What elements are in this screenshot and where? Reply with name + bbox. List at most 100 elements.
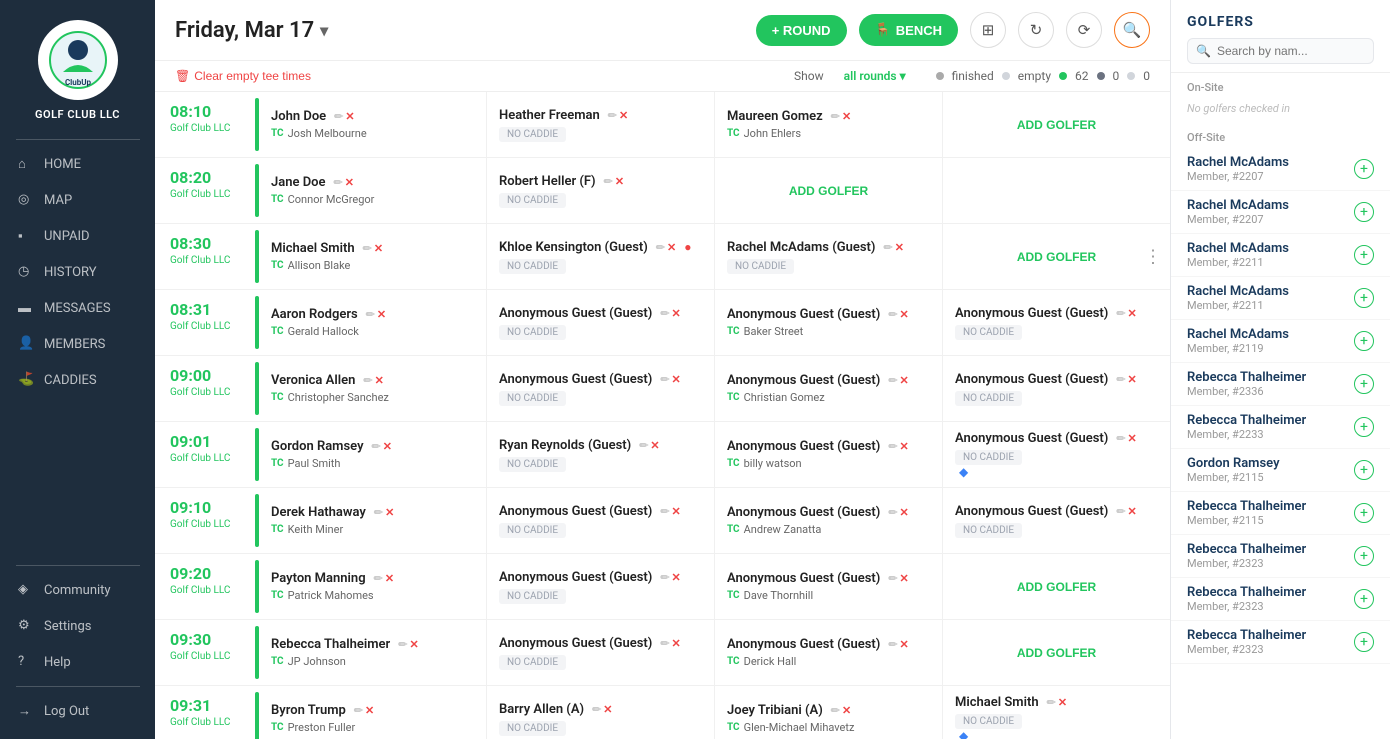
panel-golfer-item[interactable]: Rachel McAdams Member, #2211 + <box>1171 277 1390 320</box>
panel-search[interactable]: 🔍 <box>1187 38 1374 64</box>
delete-icon[interactable]: ✕ <box>900 374 909 387</box>
delete-icon[interactable]: ✕ <box>374 242 383 255</box>
sidebar-item-help[interactable]: ? Help <box>0 644 155 680</box>
delete-icon[interactable]: ✕ <box>895 241 904 254</box>
delete-icon[interactable]: ✕ <box>1128 307 1137 320</box>
delete-icon[interactable]: ✕ <box>900 638 909 651</box>
edit-icon[interactable]: ✏ <box>354 704 363 717</box>
clear-empty-button[interactable]: 🗑 Clear empty tee times <box>175 69 311 83</box>
date-chevron-icon[interactable]: ▾ <box>320 21 328 40</box>
panel-golfer-item[interactable]: Rachel McAdams Member, #2211 + <box>1171 234 1390 277</box>
sidebar-item-community[interactable]: ◈ Community <box>0 572 155 608</box>
edit-icon[interactable]: ✏ <box>592 703 601 716</box>
edit-icon[interactable]: ✏ <box>888 572 897 585</box>
panel-golfer-item[interactable]: Rachel McAdams Member, #2207 + <box>1171 148 1390 191</box>
delete-icon[interactable]: ✕ <box>1058 696 1067 709</box>
delete-icon[interactable]: ✕ <box>900 440 909 453</box>
delete-icon[interactable]: ✕ <box>365 704 374 717</box>
edit-icon[interactable]: ✏ <box>660 505 669 518</box>
search-button[interactable]: 🔍 <box>1114 12 1150 48</box>
delete-icon[interactable]: ✕ <box>900 572 909 585</box>
panel-golfer-item[interactable]: Rebecca Thalheimer Member, #2323 + <box>1171 578 1390 621</box>
edit-icon[interactable]: ✏ <box>366 308 375 321</box>
delete-icon[interactable]: ✕ <box>615 175 624 188</box>
bench-button[interactable]: 🪑 BENCH <box>859 14 958 46</box>
panel-add-golfer-button[interactable]: + <box>1354 374 1374 394</box>
sidebar-item-unpaid[interactable]: ▪ UNPAID <box>0 218 155 254</box>
add-golfer-button[interactable]: ADD GOLFER <box>955 250 1158 264</box>
edit-icon[interactable]: ✏ <box>660 571 669 584</box>
delete-icon[interactable]: ✕ <box>385 506 394 519</box>
delete-icon[interactable]: ✕ <box>672 571 681 584</box>
edit-icon[interactable]: ✏ <box>660 637 669 650</box>
panel-golfer-item[interactable]: Rebecca Thalheimer Member, #2115 + <box>1171 492 1390 535</box>
panel-add-golfer-button[interactable]: + <box>1354 331 1374 351</box>
delete-icon[interactable]: ✕ <box>1128 505 1137 518</box>
delete-icon[interactable]: ✕ <box>842 704 851 717</box>
panel-add-golfer-button[interactable]: + <box>1354 245 1374 265</box>
delete-icon[interactable]: ✕ <box>672 637 681 650</box>
edit-icon[interactable]: ✏ <box>1047 696 1056 709</box>
panel-golfer-item[interactable]: Rebecca Thalheimer Member, #2336 + <box>1171 363 1390 406</box>
panel-add-golfer-button[interactable]: + <box>1354 417 1374 437</box>
add-golfer-button[interactable]: ADD GOLFER <box>727 184 930 198</box>
panel-add-golfer-button[interactable]: + <box>1354 202 1374 222</box>
delete-icon[interactable]: ✕ <box>667 241 676 254</box>
add-golfer-button[interactable]: ADD GOLFER <box>955 580 1158 594</box>
sidebar-item-caddies[interactable]: ⛳ CADDIES <box>0 362 155 398</box>
edit-icon[interactable]: ✏ <box>1116 373 1125 386</box>
edit-icon[interactable]: ✏ <box>888 638 897 651</box>
delete-icon[interactable]: ✕ <box>672 373 681 386</box>
edit-icon[interactable]: ✏ <box>888 440 897 453</box>
panel-golfer-item[interactable]: Rebecca Thalheimer Member, #2323 + <box>1171 621 1390 664</box>
edit-icon[interactable]: ✏ <box>363 242 372 255</box>
add-round-button[interactable]: + ROUND <box>756 15 847 46</box>
panel-golfer-item[interactable]: Rebecca Thalheimer Member, #2233 + <box>1171 406 1390 449</box>
delete-icon[interactable]: ✕ <box>409 638 418 651</box>
sync-button[interactable]: ⟳ <box>1066 12 1102 48</box>
delete-icon[interactable]: ✕ <box>650 439 659 452</box>
sidebar-item-messages[interactable]: ▬ MESSAGES <box>0 290 155 326</box>
edit-icon[interactable]: ✏ <box>831 110 840 123</box>
search-input[interactable] <box>1217 44 1365 58</box>
three-dots-menu[interactable]: ⋮ <box>1144 246 1162 267</box>
delete-icon[interactable]: ✕ <box>345 110 354 123</box>
panel-add-golfer-button[interactable]: + <box>1354 460 1374 480</box>
panel-add-golfer-button[interactable]: + <box>1354 288 1374 308</box>
delete-icon[interactable]: ✕ <box>603 703 612 716</box>
delete-icon[interactable]: ✕ <box>345 176 354 189</box>
sidebar-item-members[interactable]: 👤 MEMBERS <box>0 326 155 362</box>
delete-icon[interactable]: ✕ <box>375 374 384 387</box>
delete-icon[interactable]: ✕ <box>900 308 909 321</box>
edit-icon[interactable]: ✏ <box>1116 432 1125 445</box>
edit-icon[interactable]: ✏ <box>374 572 383 585</box>
edit-icon[interactable]: ✏ <box>363 374 372 387</box>
edit-icon[interactable]: ✏ <box>372 440 381 453</box>
edit-icon[interactable]: ✏ <box>888 506 897 519</box>
edit-icon[interactable]: ✏ <box>334 110 343 123</box>
edit-icon[interactable]: ✏ <box>831 704 840 717</box>
panel-golfer-item[interactable]: Rebecca Thalheimer Member, #2323 + <box>1171 535 1390 578</box>
edit-icon[interactable]: ✏ <box>660 307 669 320</box>
edit-icon[interactable]: ✏ <box>1116 307 1125 320</box>
panel-golfer-item[interactable]: Rachel McAdams Member, #2119 + <box>1171 320 1390 363</box>
sidebar-item-map[interactable]: ◎ MAP <box>0 182 155 218</box>
show-rounds-dropdown[interactable]: all rounds ▾ <box>844 69 906 83</box>
edit-icon[interactable]: ✏ <box>608 109 617 122</box>
delete-icon[interactable]: ✕ <box>900 506 909 519</box>
panel-add-golfer-button[interactable]: + <box>1354 632 1374 652</box>
edit-icon[interactable]: ✏ <box>334 176 343 189</box>
sidebar-item-home[interactable]: ⌂ HOME <box>0 146 155 182</box>
delete-icon[interactable]: ✕ <box>1128 373 1137 386</box>
delete-icon[interactable]: ✕ <box>1128 432 1137 445</box>
sidebar-item-settings[interactable]: ⚙ Settings <box>0 608 155 644</box>
sidebar-item-history[interactable]: ◷ HISTORY <box>0 254 155 290</box>
add-golfer-button[interactable]: ADD GOLFER <box>955 118 1158 132</box>
edit-icon[interactable]: ✏ <box>374 506 383 519</box>
refresh-button[interactable]: ↻ <box>1018 12 1054 48</box>
delete-icon[interactable]: ✕ <box>383 440 392 453</box>
edit-icon[interactable]: ✏ <box>604 175 613 188</box>
delete-icon[interactable]: ✕ <box>672 307 681 320</box>
edit-icon[interactable]: ✏ <box>656 241 665 254</box>
edit-icon[interactable]: ✏ <box>888 374 897 387</box>
